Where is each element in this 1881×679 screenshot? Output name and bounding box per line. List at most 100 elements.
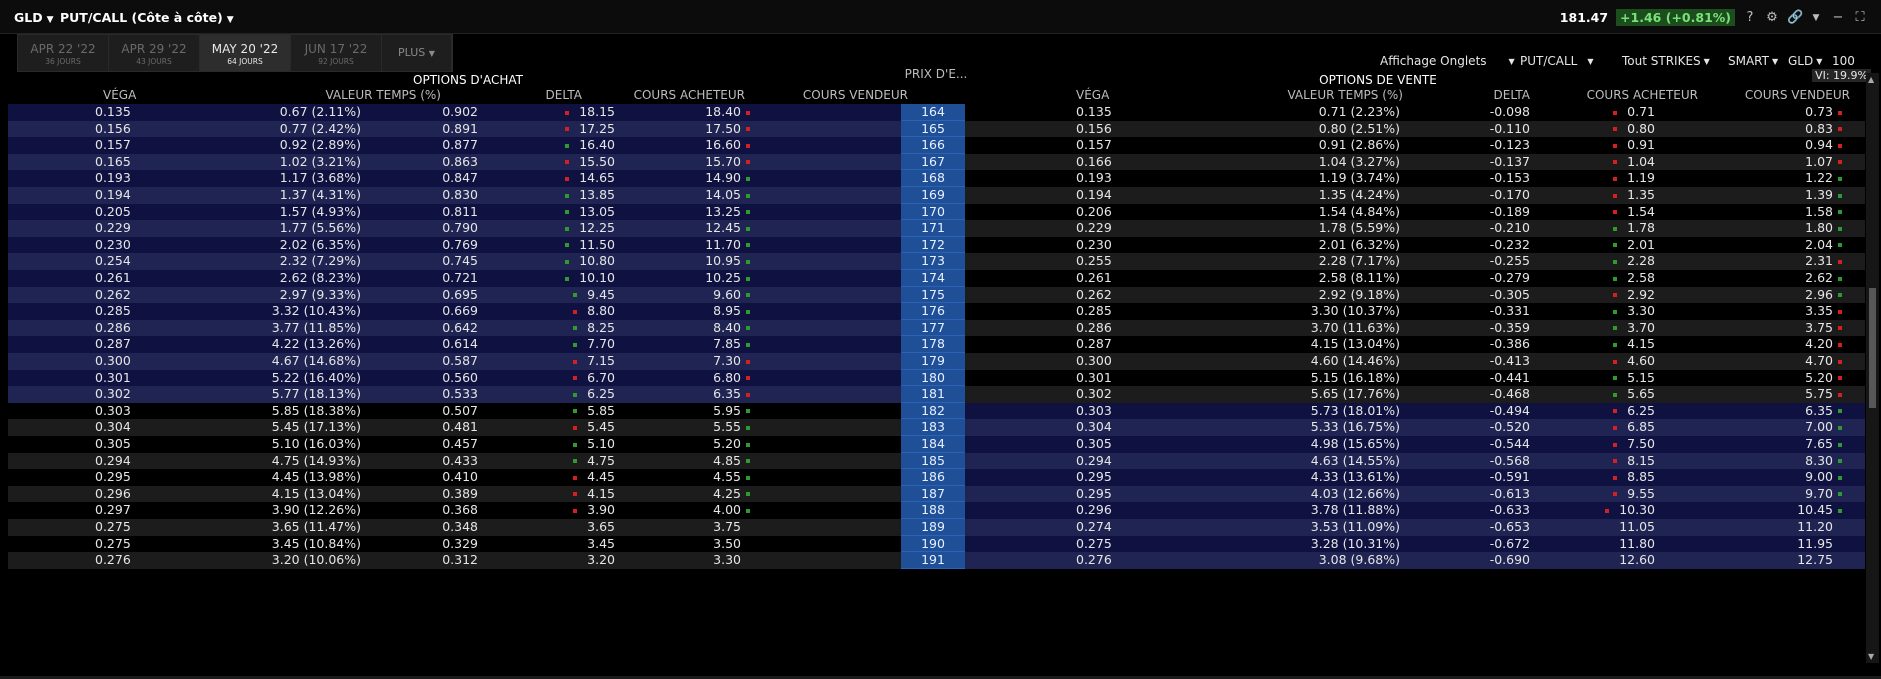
- call-tv-cell[interactable]: 2.62 (8.23%): [161, 270, 361, 287]
- put-bid-cell[interactable]: 5.15: [1515, 370, 1655, 387]
- table-row[interactable]: 168 0.193 1.17 (3.68%) 0.847 14.65 14.90 0.193…: [8, 170, 1865, 187]
- put-ask-cell[interactable]: 10.45: [1700, 502, 1842, 519]
- put-tv-cell[interactable]: 3.30 (10.37%): [1200, 303, 1400, 320]
- put-bid-cell[interactable]: 11.80: [1515, 536, 1655, 553]
- strike-cell[interactable]: 164: [901, 104, 965, 121]
- put-bid-cell[interactable]: 8.85: [1515, 469, 1655, 486]
- call-ask-cell[interactable]: 4.25: [608, 486, 750, 503]
- put-tv-cell[interactable]: 1.19 (3.74%): [1200, 170, 1400, 187]
- put-bid-cell[interactable]: 10.30: [1515, 502, 1655, 519]
- call-bid-cell[interactable]: 5.10: [475, 436, 615, 453]
- put-bid-cell[interactable]: 3.70: [1515, 320, 1655, 337]
- call-tv-cell[interactable]: 4.15 (13.04%): [161, 486, 361, 503]
- col-header-delta[interactable]: DELTA: [482, 88, 582, 102]
- expand-icon[interactable]: ⛶: [1853, 10, 1867, 25]
- put-tv-cell[interactable]: 4.60 (14.46%): [1200, 353, 1400, 370]
- put-ask-cell[interactable]: 2.62: [1700, 270, 1842, 287]
- put-ask-cell[interactable]: 2.96: [1700, 287, 1842, 304]
- call-vega-cell[interactable]: 0.275: [95, 536, 155, 553]
- put-vega-cell[interactable]: 0.304: [1076, 419, 1136, 436]
- put-ask-cell[interactable]: 8.30: [1700, 453, 1842, 470]
- call-bid-cell[interactable]: 15.50: [475, 154, 615, 171]
- put-bid-cell[interactable]: 9.55: [1515, 486, 1655, 503]
- table-row[interactable]: 166 0.157 0.92 (2.89%) 0.877 16.40 16.60 0.157…: [8, 137, 1865, 154]
- put-bid-cell[interactable]: 1.54: [1515, 204, 1655, 221]
- call-tv-cell[interactable]: 1.37 (4.31%): [161, 187, 361, 204]
- chevron-down-icon[interactable]: ▼: [1809, 13, 1823, 23]
- table-row[interactable]: 191 0.276 3.20 (10.06%) 0.312 3.20 3.30 0.276 3…: [8, 552, 1865, 569]
- call-vega-cell[interactable]: 0.135: [95, 104, 155, 121]
- call-ask-cell[interactable]: 5.55: [608, 419, 750, 436]
- call-vega-cell[interactable]: 0.296: [95, 486, 155, 503]
- call-vega-cell[interactable]: 0.303: [95, 403, 155, 420]
- col-header-time-value[interactable]: VALEUR TEMPS (%): [241, 88, 441, 102]
- link-icon[interactable]: 🔗: [1787, 10, 1803, 25]
- call-delta-cell[interactable]: 0.642: [378, 320, 478, 337]
- strike-cell[interactable]: 169: [901, 187, 965, 204]
- call-ask-cell[interactable]: 18.40: [608, 104, 750, 121]
- col-header-delta-put[interactable]: DELTA: [1430, 88, 1530, 102]
- strike-cell[interactable]: 170: [901, 203, 965, 221]
- call-ask-cell[interactable]: 8.95: [608, 303, 750, 320]
- put-ask-cell[interactable]: 9.70: [1700, 486, 1842, 503]
- put-bid-cell[interactable]: 0.71: [1515, 104, 1655, 121]
- call-ask-cell[interactable]: 6.80: [608, 370, 750, 387]
- put-ask-cell[interactable]: 7.65: [1700, 436, 1842, 453]
- call-delta-cell[interactable]: 0.830: [378, 187, 478, 204]
- call-tv-cell[interactable]: 5.77 (18.13%): [161, 386, 361, 403]
- put-vega-cell[interactable]: 0.295: [1076, 469, 1136, 486]
- call-delta-cell[interactable]: 0.533: [378, 386, 478, 403]
- display-mode-dropdown[interactable]: Affichage Onglets ▼: [1380, 53, 1515, 69]
- call-ask-cell[interactable]: 3.30: [608, 552, 750, 569]
- strike-cell[interactable]: 176: [901, 303, 965, 320]
- call-tv-cell[interactable]: 4.45 (13.98%): [161, 469, 361, 486]
- put-bid-cell[interactable]: 2.92: [1515, 287, 1655, 304]
- call-bid-cell[interactable]: 7.15: [475, 353, 615, 370]
- strike-cell[interactable]: 174: [901, 270, 965, 287]
- call-tv-cell[interactable]: 5.10 (16.03%): [161, 436, 361, 453]
- call-vega-cell[interactable]: 0.301: [95, 370, 155, 387]
- put-vega-cell[interactable]: 0.305: [1076, 436, 1136, 453]
- put-bid-cell[interactable]: 0.91: [1515, 137, 1655, 154]
- put-bid-cell[interactable]: 1.35: [1515, 187, 1655, 204]
- table-row[interactable]: 167 0.165 1.02 (3.21%) 0.863 15.50 15.70 0.166…: [8, 153, 1865, 171]
- put-ask-cell[interactable]: 7.00: [1700, 419, 1842, 436]
- table-row[interactable]: 173 0.254 2.32 (7.29%) 0.745 10.80 10.95 0.255…: [8, 253, 1865, 270]
- call-delta-cell[interactable]: 0.410: [378, 469, 478, 486]
- call-delta-cell[interactable]: 0.560: [378, 370, 478, 387]
- call-ask-cell[interactable]: 14.05: [608, 187, 750, 204]
- chevron-down-icon[interactable]: ▼: [47, 15, 54, 25]
- call-vega-cell[interactable]: 0.305: [95, 436, 155, 453]
- call-bid-cell[interactable]: 12.25: [475, 220, 615, 237]
- put-tv-cell[interactable]: 4.03 (12.66%): [1200, 486, 1400, 503]
- gear-icon[interactable]: ⚙: [1765, 10, 1779, 25]
- put-bid-cell[interactable]: 7.50: [1515, 436, 1655, 453]
- call-delta-cell[interactable]: 0.481: [378, 419, 478, 436]
- col-header-strike[interactable]: PRIX D'E...: [901, 67, 971, 81]
- put-vega-cell[interactable]: 0.286: [1076, 320, 1136, 337]
- call-vega-cell[interactable]: 0.304: [95, 419, 155, 436]
- call-bid-cell[interactable]: 14.65: [475, 170, 615, 187]
- call-tv-cell[interactable]: 3.90 (12.26%): [161, 502, 361, 519]
- put-tv-cell[interactable]: 1.04 (3.27%): [1200, 154, 1400, 171]
- call-vega-cell[interactable]: 0.285: [95, 303, 155, 320]
- call-delta-cell[interactable]: 0.847: [378, 170, 478, 187]
- put-vega-cell[interactable]: 0.274: [1076, 519, 1136, 536]
- route-dropdown[interactable]: SMART ▼: [1728, 53, 1778, 69]
- put-tv-cell[interactable]: 0.91 (2.86%): [1200, 137, 1400, 154]
- call-tv-cell[interactable]: 5.45 (17.13%): [161, 419, 361, 436]
- strike-cell[interactable]: 185: [901, 452, 965, 470]
- call-bid-cell[interactable]: 9.45: [475, 287, 615, 304]
- call-tv-cell[interactable]: 1.77 (5.56%): [161, 220, 361, 237]
- table-row[interactable]: 164 0.135 0.67 (2.11%) 0.902 18.15 18.40 0.135…: [8, 104, 1865, 121]
- put-bid-cell[interactable]: 0.80: [1515, 121, 1655, 138]
- table-row[interactable]: 185 0.294 4.75 (14.93%) 0.433 4.75 4.85 0.294 4…: [8, 452, 1865, 470]
- put-vega-cell[interactable]: 0.157: [1076, 137, 1136, 154]
- put-ask-cell[interactable]: 4.20: [1700, 336, 1842, 353]
- call-vega-cell[interactable]: 0.286: [95, 320, 155, 337]
- call-tv-cell[interactable]: 3.77 (11.85%): [161, 320, 361, 337]
- put-tv-cell[interactable]: 5.73 (18.01%): [1200, 403, 1400, 420]
- table-row[interactable]: 179 0.300 4.67 (14.68%) 0.587 7.15 7.30 0.300 4…: [8, 353, 1865, 370]
- put-bid-cell[interactable]: 6.25: [1515, 403, 1655, 420]
- call-delta-cell[interactable]: 0.811: [378, 204, 478, 221]
